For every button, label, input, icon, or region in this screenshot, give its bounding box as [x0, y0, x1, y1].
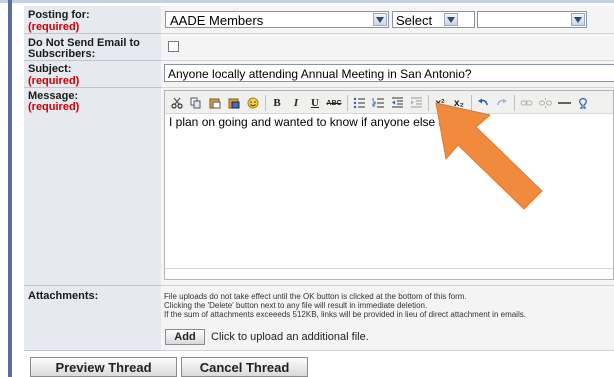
toolbar-separator — [428, 95, 429, 111]
required-note: (required) — [28, 101, 80, 113]
tertiary-select[interactable] — [477, 11, 587, 28]
strikethrough-button[interactable]: ABC — [325, 95, 343, 111]
secondary-select[interactable]: Select — [392, 11, 475, 28]
special-char-icon[interactable] — [575, 95, 591, 111]
chevron-down-icon — [571, 13, 585, 26]
outdent-icon[interactable] — [389, 95, 405, 111]
attachments-info-line3: If the sum of attachments exceeeds 512KB… — [164, 310, 526, 319]
add-attachment-button[interactable]: Add — [165, 329, 205, 345]
attachments-label-cell: Attachments: — [24, 286, 161, 351]
bullet-list-icon[interactable] — [351, 95, 367, 111]
toolbar-separator — [265, 95, 266, 111]
bold-button[interactable]: B — [269, 95, 285, 111]
indent-icon[interactable] — [408, 95, 424, 111]
cut-icon[interactable] — [169, 95, 185, 111]
no-email-label-cell: Do Not Send Email to Subscribers: — [24, 34, 161, 61]
paste-word-icon[interactable] — [226, 95, 242, 111]
posting-for-label: Posting for: — [28, 9, 90, 21]
posting-for-label-cell: Posting for: (required) — [24, 6, 161, 34]
chevron-down-icon — [373, 13, 387, 26]
left-sidebar-bar — [8, 0, 12, 377]
message-value: I plan on going and wanted to know if an… — [169, 115, 458, 129]
subject-label-cell: Subject: (required) — [24, 61, 161, 88]
no-email-label-line2: Subscribers: — [28, 48, 96, 60]
posting-for-value: AADE Members — [170, 13, 264, 28]
attachments-info-line2: Clicking the 'Delete' button next to any… — [164, 301, 428, 310]
posting-for-field-cell: AADE Members Select — [161, 6, 614, 34]
subject-input[interactable]: Anyone locally attending Annual Meeting … — [164, 64, 614, 82]
horizontal-rule-icon[interactable] — [556, 95, 572, 111]
copy-icon[interactable] — [188, 95, 204, 111]
attachments-label: Attachments: — [28, 290, 99, 302]
message-text[interactable]: I plan on going and wanted to know if an… — [169, 115, 460, 130]
cancel-thread-button[interactable]: Cancel Thread — [181, 357, 308, 377]
editor-status-divider — [165, 268, 613, 269]
required-note: (required) — [28, 75, 80, 87]
arrow-annotation — [435, 102, 543, 210]
no-email-checkbox[interactable] — [168, 41, 179, 52]
top-border — [0, 0, 614, 3]
add-attachment-hint: Click to upload an additional file. — [211, 331, 369, 343]
attachments-info-line1: File uploads do not take effect until th… — [164, 292, 467, 301]
posting-for-select[interactable]: AADE Members — [165, 11, 389, 28]
italic-button[interactable]: I — [288, 95, 304, 111]
subject-value: Anyone locally attending Annual Meeting … — [168, 67, 472, 81]
required-note: (required) — [28, 21, 80, 33]
subject-field-cell: Anyone locally attending Annual Meeting … — [161, 61, 614, 88]
toolbar-separator — [347, 95, 348, 111]
smiley-icon[interactable] — [245, 95, 261, 111]
subject-label: Subject: — [28, 63, 72, 75]
numbered-list-icon[interactable] — [370, 95, 386, 111]
attachments-field-cell: File uploads do not take effect until th… — [161, 286, 614, 351]
no-email-field-cell — [161, 34, 614, 61]
chevron-down-icon — [444, 13, 458, 26]
secondary-select-value: Select — [396, 13, 433, 28]
underline-button[interactable]: U — [307, 95, 323, 111]
paste-icon[interactable] — [207, 95, 223, 111]
preview-thread-button[interactable]: Preview Thread — [30, 357, 177, 377]
message-label-cell: Message: (required) — [24, 88, 161, 286]
